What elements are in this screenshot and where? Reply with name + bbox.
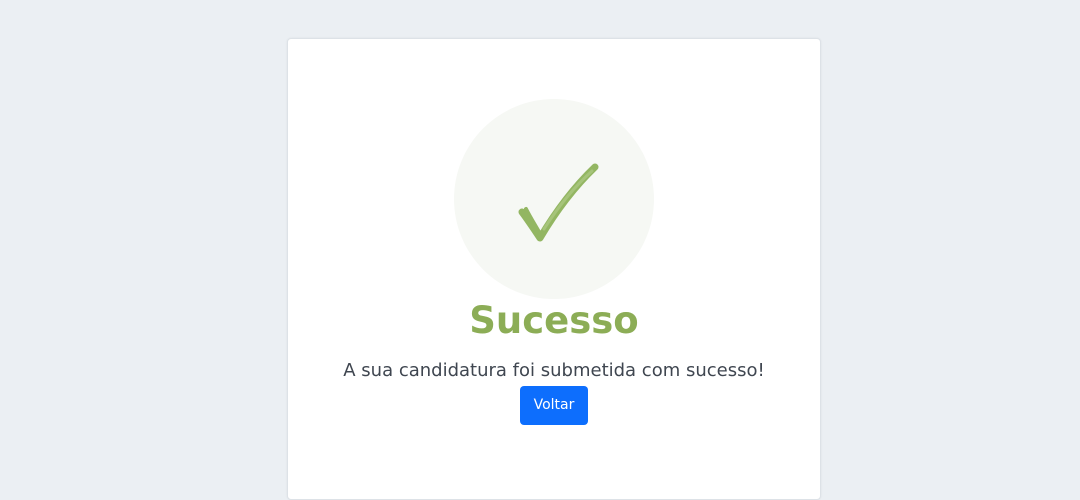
back-button[interactable]: Voltar [520, 386, 588, 425]
success-card: Sucesso A sua candidatura foi submetida … [287, 38, 821, 500]
success-message: A sua candidatura foi submetida com suce… [343, 360, 765, 381]
success-icon-circle [454, 99, 654, 299]
checkmark-icon [518, 163, 599, 242]
success-title: Sucesso [469, 299, 639, 342]
